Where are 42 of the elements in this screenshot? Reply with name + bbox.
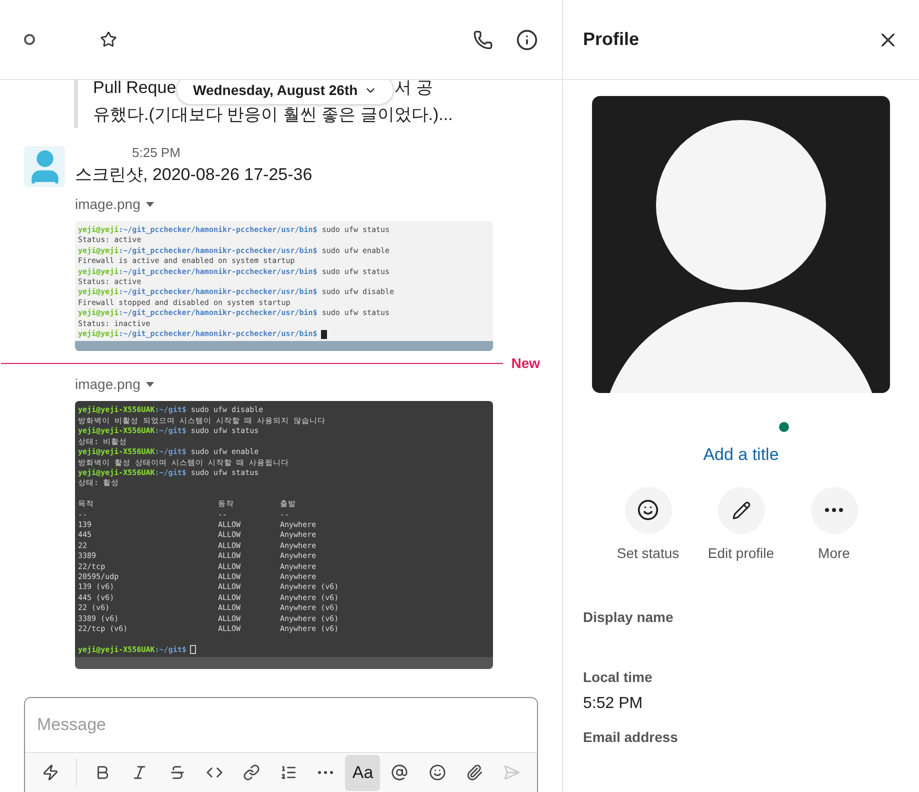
terminal-cursor	[321, 330, 328, 339]
pencil-icon	[732, 500, 750, 520]
emoji-icon	[428, 764, 446, 781]
panel-title: Profile	[583, 28, 640, 51]
new-messages-label: New	[510, 354, 541, 373]
channel-status-icon	[24, 34, 35, 45]
set-status-button[interactable]: Set status	[618, 486, 678, 564]
more-button[interactable]: More	[804, 486, 864, 564]
message-time[interactable]: 5:25 PM	[132, 146, 540, 160]
message-input[interactable]: Message	[25, 698, 537, 752]
smiley-icon	[637, 499, 659, 521]
quote-text: 유했다.(기대보다 반응이 훨씬 좋은 글이었다.)...	[93, 104, 453, 126]
field-value: 5:52 PM	[583, 694, 643, 714]
quote-text: 서 공	[394, 80, 433, 99]
terminal-screenshot[interactable]	[75, 221, 493, 352]
phone-icon[interactable]	[473, 30, 493, 50]
strike-icon	[168, 764, 186, 781]
date-divider-pill[interactable]: Wednesday, August 26th	[176, 80, 394, 105]
terminal-cursor	[190, 645, 196, 654]
list-icon	[280, 764, 297, 781]
attach-icon	[466, 764, 483, 781]
dropdown-caret-icon	[146, 382, 154, 388]
quote-text: Pull Reque	[93, 80, 176, 99]
info-icon[interactable]	[516, 28, 538, 50]
edit-profile-button[interactable]: Edit profile	[711, 486, 771, 564]
field-label: Local time	[583, 668, 652, 686]
attachment-name[interactable]: image.png	[75, 374, 154, 396]
send-icon	[502, 764, 520, 781]
more-icon	[318, 771, 334, 774]
mention-icon	[391, 764, 408, 781]
add-title-link[interactable]: Add a title	[703, 442, 779, 468]
message-text: 스크린샷, 2020-08-26 17-25-36	[75, 164, 314, 186]
field-label: Display name	[583, 608, 674, 627]
field-label: Email address	[583, 728, 678, 746]
more-icon	[825, 508, 843, 512]
dropdown-caret-icon	[146, 202, 154, 207]
format-button[interactable]: Aa	[345, 754, 380, 790]
shortcuts-icon	[42, 764, 60, 781]
link-icon	[242, 764, 260, 781]
attachment-name[interactable]: image.png	[75, 194, 154, 215]
star-icon[interactable]	[100, 31, 117, 48]
terminal-screenshot[interactable]	[75, 401, 493, 670]
